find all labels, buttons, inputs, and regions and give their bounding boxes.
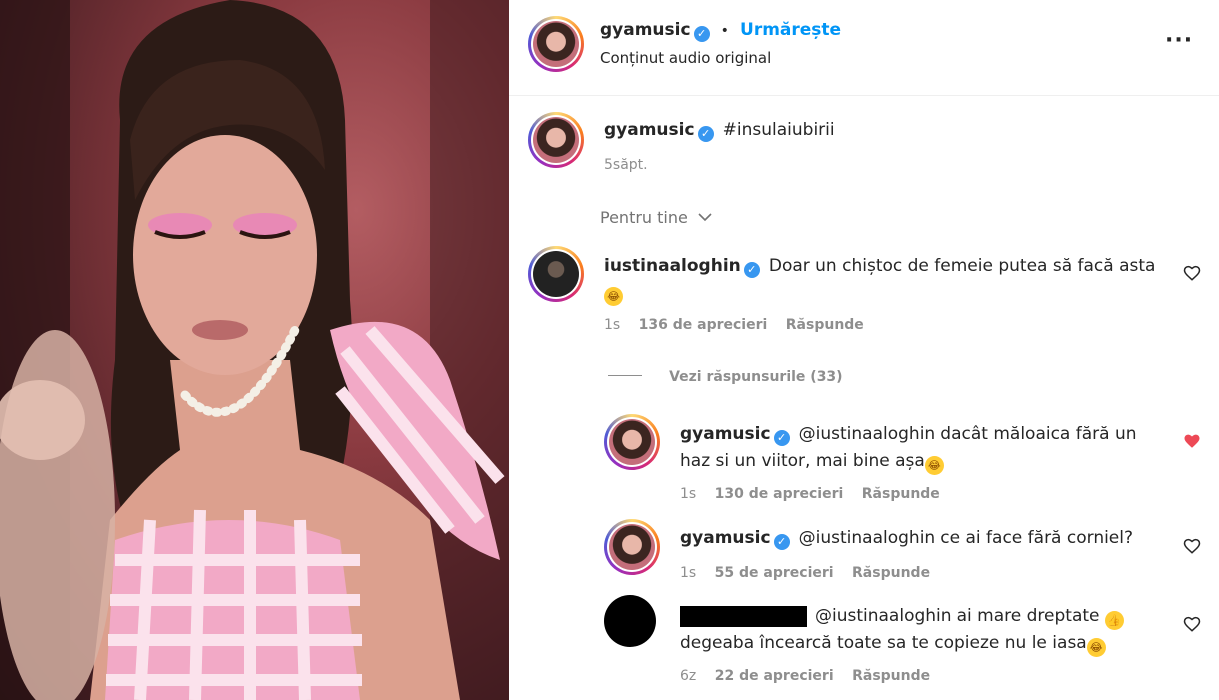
sort-label: Pentru tine [600,208,688,227]
original-audio-link[interactable]: Conținut audio original [600,49,771,67]
caption-hashtag[interactable]: #insulaiubirii [723,120,835,140]
follow-button[interactable]: Urmărește [740,20,841,40]
like-heart-icon[interactable] [1183,537,1201,555]
reply-time[interactable]: 6z [680,668,696,684]
liked-heart-icon[interactable] [1183,432,1201,450]
replies-line [608,375,642,376]
view-replies-label: Vezi răspunsurile (33) [669,369,843,385]
reply-button[interactable]: Răspunde [862,486,940,502]
comment-username[interactable]: iustinaaloghin [604,256,741,276]
header-title-row: gyamusic ✓ • Urmărește [600,20,841,42]
comment-likes[interactable]: 136 de aprecieri [639,317,768,333]
reply-username[interactable]: gyamusic [680,424,771,444]
tears-of-joy-emoji-icon: 😂 [924,456,944,475]
comment-time[interactable]: 1s [604,317,620,333]
post-image [0,0,509,700]
caption-time[interactable]: 5săpt. [604,157,648,173]
like-heart-icon[interactable] [1183,615,1201,633]
reply-meta: 6z 22 de aprecieri Răspunde [680,668,930,684]
comment-text: iustinaaloghin ✓ Doar un chiștoc de femei… [604,256,1155,278]
tears-of-joy-emoji-icon: 😂 [1086,638,1106,657]
reply-likes[interactable]: 22 de aprecieri [715,668,834,684]
caption-row: gyamusic ✓ #insulaiubirii [604,120,835,142]
like-heart-icon[interactable] [1183,264,1201,282]
verified-badge-icon: ✓ [773,534,790,550]
reply-text: gyamusic ✓ @iustinaaloghin ce ai face făr… [680,528,1133,550]
redacted-username [680,606,807,627]
post-video-frame[interactable] [0,0,509,700]
reply-likes[interactable]: 55 de aprecieri [715,565,834,581]
reply-likes[interactable]: 130 de aprecieri [715,486,844,502]
comments-panel: gyamusic ✓ • Urmărește Conținut audio ori… [509,0,1219,700]
rolling-laughing-emoji-icon: 😂 [604,287,623,306]
comment-meta: 1s 136 de aprecieri Răspunde [604,317,864,333]
reply-text: gyamusic ✓ @iustinaaloghin dacât măloaica… [680,424,1137,446]
reply-body: ce ai face fără corniel? [940,528,1134,548]
reply-line2: haz si un viitor, mai bine așa 😂 [680,451,944,475]
reply-mention[interactable]: @iustinaaloghin [799,424,936,444]
reply-body-line1: ai mare dreptate [956,606,1100,626]
reply-body-line2: haz si un viitor, mai bine așa [680,451,925,471]
thumbs-up-emoji-icon: 👍 [1104,611,1124,630]
comment-emoji-line: 😂 [604,282,623,306]
reply-text: @iustinaaloghin ai mare dreptate 👍 [815,606,1124,630]
reply-avatar[interactable] [604,414,660,470]
sort-selector[interactable]: Pentru tine [600,208,713,227]
caption-avatar[interactable] [528,112,584,168]
reply-button[interactable]: Răspunde [852,668,930,684]
reply-button[interactable]: Răspunde [786,317,864,333]
comment-avatar[interactable] [528,246,584,302]
more-options-icon[interactable]: ··· [1165,28,1193,53]
header-avatar[interactable] [528,16,584,72]
redacted-avatar[interactable] [604,595,656,647]
comment-body: Doar un chiștoc de femeie putea să facă … [768,256,1156,276]
reply-mention[interactable]: @iustinaaloghin [815,606,952,626]
verified-badge-icon: ✓ [697,126,714,142]
reply-avatar[interactable] [604,519,660,575]
reply-body-line2: degeaba încearcă toate sa te copieze nu … [680,633,1087,653]
reply-mention[interactable]: @iustinaaloghin [799,528,936,548]
verified-badge-icon: ✓ [743,262,760,278]
header-username[interactable]: gyamusic [600,20,691,40]
reply-line2: degeaba încearcă toate sa te copieze nu … [680,633,1106,657]
caption-username[interactable]: gyamusic [604,120,695,140]
verified-badge-icon: ✓ [773,430,790,446]
reply-time[interactable]: 1s [680,486,696,502]
view-replies-toggle[interactable]: Vezi răspunsurile (33) [608,366,843,385]
reply-meta: 1s 55 de aprecieri Răspunde [680,565,930,581]
reply-username[interactable]: gyamusic [680,528,771,548]
reply-button[interactable]: Răspunde [852,565,930,581]
verified-badge-icon: ✓ [693,26,710,42]
header-divider [509,95,1219,96]
reply-meta: 1s 130 de aprecieri Răspunde [680,486,940,502]
chevron-down-icon [698,213,712,222]
reply-body-line1: dacât măloaica fără un [940,424,1137,444]
header-separator: • [720,23,729,39]
reply-time[interactable]: 1s [680,565,696,581]
